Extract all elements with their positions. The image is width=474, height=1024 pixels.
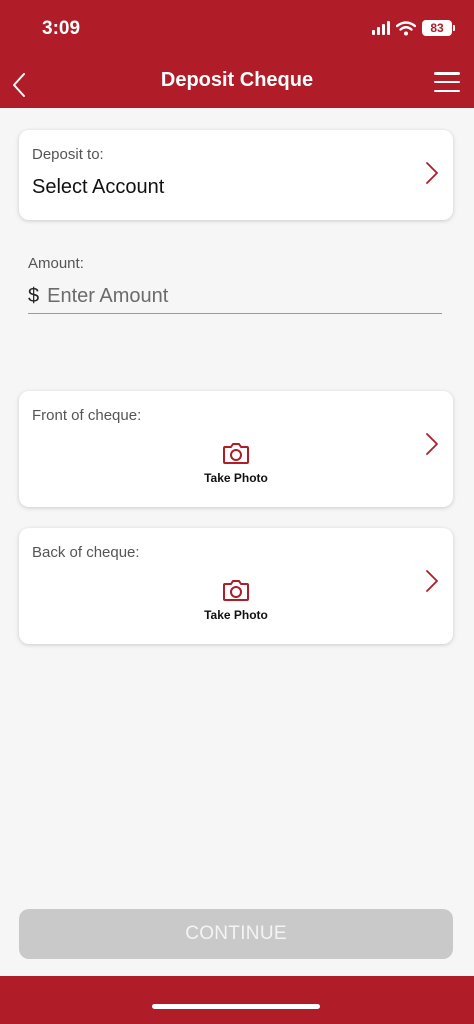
chevron-right-icon [426,162,438,184]
home-indicator[interactable] [152,1004,320,1009]
select-account-value: Select Account [32,176,165,198]
back-of-cheque-card[interactable]: Back of cheque: Take Photo [19,528,453,644]
back-of-cheque-label: Back of cheque: [32,544,140,561]
signal-icon [372,21,390,35]
battery-icon: 83 [422,20,455,36]
take-photo-label: Take Photo [204,608,268,622]
currency-symbol: $ [28,285,40,307]
deposit-to-card[interactable]: Deposit to: Select Account [19,130,453,220]
menu-icon[interactable] [434,72,460,92]
front-of-cheque-card[interactable]: Front of cheque: Take Photo [19,391,453,507]
amount-label: Amount: [28,255,84,272]
status-time: 3:09 [42,18,81,39]
wifi-icon [396,20,416,35]
camera-icon [223,443,249,464]
front-of-cheque-label: Front of cheque: [32,407,142,424]
bottom-bar [0,976,474,1024]
camera-icon [223,580,249,601]
take-photo-label: Take Photo [204,471,268,485]
back-take-photo-button[interactable]: Take Photo [19,578,453,622]
amount-input[interactable] [47,285,408,308]
front-take-photo-button[interactable]: Take Photo [19,441,453,485]
continue-button[interactable]: CONTINUE [19,909,453,959]
top-bar: 3:09 83 Deposit Cheque [0,0,474,108]
status-icons: 83 [372,20,455,36]
deposit-to-label: Deposit to: [32,146,104,163]
amount-input-row: $ [28,280,442,314]
page-title: Deposit Cheque [160,69,314,91]
